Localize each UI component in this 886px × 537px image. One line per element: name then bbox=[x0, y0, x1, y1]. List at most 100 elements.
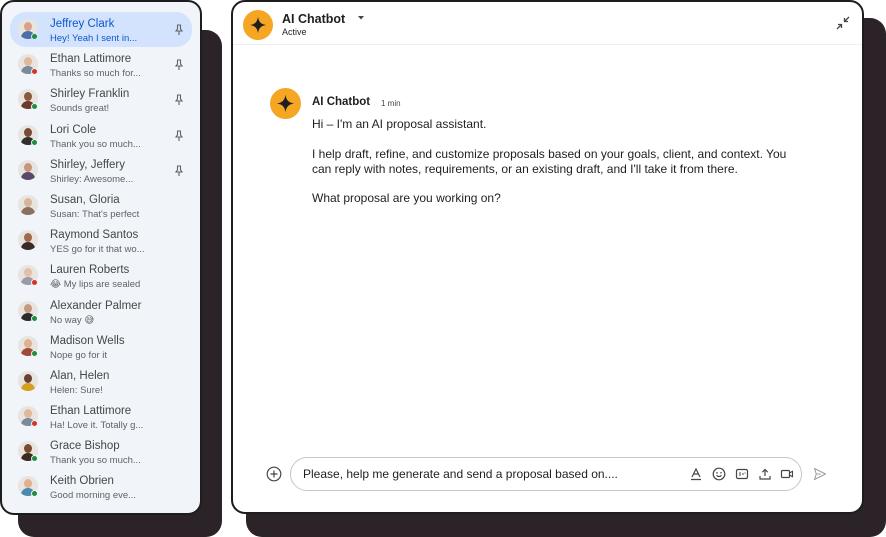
conversation-name: Shirley Franklin bbox=[50, 88, 130, 101]
conversation-name: Susan, Gloria bbox=[50, 193, 120, 206]
avatar-head bbox=[24, 444, 32, 454]
conversation-name: Alan, Helen bbox=[50, 369, 110, 382]
message-avatar bbox=[270, 88, 301, 119]
chat-panel: AI Chatbot Active AI Chatbot 1 min Hi – … bbox=[231, 0, 864, 514]
conversation-preview: Ha! Love it. Totally g... bbox=[50, 420, 144, 432]
avatar-head bbox=[24, 373, 32, 383]
conversation-item[interactable]: Grace Bishop Thank you so much... bbox=[10, 434, 192, 469]
pin-icon[interactable] bbox=[174, 165, 184, 177]
conversation-item[interactable]: Susan, Gloria Susan: That's perfect bbox=[10, 188, 192, 223]
conversation-preview: Sounds great! bbox=[50, 103, 110, 115]
conversation-name: Raymond Santos bbox=[50, 229, 139, 242]
conversation-item[interactable]: Alan, Helen Helen: Sure! bbox=[10, 364, 192, 399]
avatar-head bbox=[24, 233, 32, 243]
message-text: What proposal are you working on? bbox=[312, 191, 501, 205]
conversation-list: Jeffrey Clark Hey! Yeah I sent in... Ethan… bbox=[10, 12, 192, 505]
online-status-dot bbox=[31, 349, 38, 357]
chat-status: Active bbox=[282, 27, 307, 37]
avatar-head bbox=[24, 197, 32, 207]
pin-icon[interactable] bbox=[174, 130, 184, 142]
text-format-icon[interactable] bbox=[689, 467, 703, 481]
online-status-dot bbox=[31, 314, 38, 322]
online-status-dot bbox=[31, 455, 38, 463]
chat-header: AI Chatbot Active bbox=[233, 2, 862, 45]
avatar-body bbox=[21, 382, 35, 391]
conversation-name: Lori Cole bbox=[50, 123, 97, 136]
conversation-item[interactable]: Jeffrey Clark Hey! Yeah I sent in... bbox=[10, 12, 192, 48]
conversation-item[interactable]: Shirley, Jeffery Shirley: Awesome... bbox=[10, 153, 192, 188]
busy-status-dot bbox=[31, 68, 38, 76]
conversation-name: Madison Wells bbox=[50, 334, 125, 347]
conversation-name: Jeffrey Clark bbox=[50, 18, 115, 30]
busy-status-dot bbox=[31, 420, 38, 428]
conversation-item[interactable]: Raymond Santos YES go for it that wo... bbox=[10, 223, 192, 258]
message-text: Hi – I'm an AI proposal assistant. bbox=[312, 117, 487, 131]
conversation-preview: Hey! Yeah I sent in... bbox=[50, 33, 138, 44]
message-input[interactable] bbox=[303, 465, 683, 483]
conversation-item[interactable]: Shirley Franklin Sounds great! bbox=[10, 82, 192, 117]
avatar bbox=[18, 159, 38, 180]
conversation-sidebar: Jeffrey Clark Hey! Yeah I sent in... Ethan… bbox=[0, 0, 202, 515]
conversation-item[interactable]: Lauren Roberts 😂 My lips are sealed bbox=[10, 258, 192, 293]
message-composer[interactable] bbox=[290, 457, 802, 491]
conversation-name: Lauren Roberts bbox=[50, 264, 130, 277]
avatar-head bbox=[24, 22, 32, 31]
emoji-icon[interactable] bbox=[712, 467, 726, 481]
online-status-dot bbox=[31, 138, 38, 146]
conversation-preview: No way 😅 bbox=[50, 314, 95, 326]
conversation-item[interactable]: Ethan Lattimore Ha! Love it. Totally g... bbox=[10, 399, 192, 434]
message-text: I help draft, refine, and customize prop… bbox=[312, 147, 787, 161]
avatar bbox=[18, 230, 38, 251]
conversation-item[interactable]: Ethan Lattimore Thanks so much for... bbox=[10, 47, 192, 82]
avatar-head bbox=[24, 479, 32, 489]
avatar-head bbox=[24, 57, 32, 67]
conversation-preview: Good morning eve... bbox=[50, 490, 137, 502]
chat-title[interactable]: AI Chatbot bbox=[282, 12, 345, 26]
conversation-item[interactable]: Keith Obrien Good morning eve... bbox=[10, 469, 192, 504]
conversation-preview: Nope go for it bbox=[50, 349, 108, 361]
upload-icon[interactable] bbox=[758, 467, 772, 481]
collapse-icon[interactable] bbox=[836, 16, 850, 30]
conversation-name: Grace Bishop bbox=[50, 440, 120, 453]
pin-icon[interactable] bbox=[174, 24, 184, 36]
pin-icon[interactable] bbox=[174, 59, 184, 71]
avatar-head bbox=[24, 268, 32, 278]
avatar-body bbox=[21, 206, 35, 215]
conversation-preview: Susan: That's perfect bbox=[50, 208, 140, 220]
conversation-preview: 😂 My lips are sealed bbox=[50, 279, 141, 291]
add-circle-icon[interactable] bbox=[266, 466, 282, 482]
conversation-preview: Thank you so much... bbox=[50, 455, 141, 467]
sparkle-icon bbox=[276, 94, 295, 113]
avatar-head bbox=[24, 409, 32, 419]
video-call-icon[interactable] bbox=[780, 467, 794, 481]
message-sender: AI Chatbot bbox=[312, 96, 371, 108]
avatar-body bbox=[21, 171, 35, 180]
conversation-preview: Helen: Sure! bbox=[50, 384, 103, 396]
conversation-item[interactable]: Madison Wells Nope go for it bbox=[10, 329, 192, 364]
bot-avatar bbox=[243, 10, 273, 40]
avatar-head bbox=[24, 303, 32, 313]
avatar-head bbox=[24, 338, 32, 348]
gif-icon[interactable] bbox=[735, 467, 749, 481]
conversation-preview: Thanks so much for... bbox=[50, 68, 141, 80]
send-icon[interactable] bbox=[813, 467, 827, 481]
conversation-preview: Shirley: Awesome... bbox=[50, 173, 134, 185]
pin-icon[interactable] bbox=[174, 94, 184, 106]
online-status-dot bbox=[31, 33, 38, 40]
message-time: 1 min bbox=[381, 99, 401, 108]
conversation-name: Keith Obrien bbox=[50, 475, 114, 488]
conversation-name: Ethan Lattimore bbox=[50, 53, 132, 66]
online-status-dot bbox=[31, 103, 38, 111]
avatar-body bbox=[21, 242, 35, 251]
sparkle-icon bbox=[249, 16, 267, 34]
conversation-name: Ethan Lattimore bbox=[50, 405, 132, 418]
conversation-name: Shirley, Jeffery bbox=[50, 158, 125, 171]
chevron-down-icon[interactable] bbox=[357, 15, 365, 21]
online-status-dot bbox=[31, 490, 38, 498]
conversation-name: Alexander Palmer bbox=[50, 299, 142, 312]
conversation-preview: YES go for it that wo... bbox=[50, 244, 145, 256]
conversation-item[interactable]: Alexander Palmer No way 😅 bbox=[10, 294, 192, 329]
avatar-head bbox=[24, 92, 32, 102]
conversation-item[interactable]: Lori Cole Thank you so much... bbox=[10, 118, 192, 153]
conversation-preview: Thank you so much... bbox=[50, 138, 141, 150]
